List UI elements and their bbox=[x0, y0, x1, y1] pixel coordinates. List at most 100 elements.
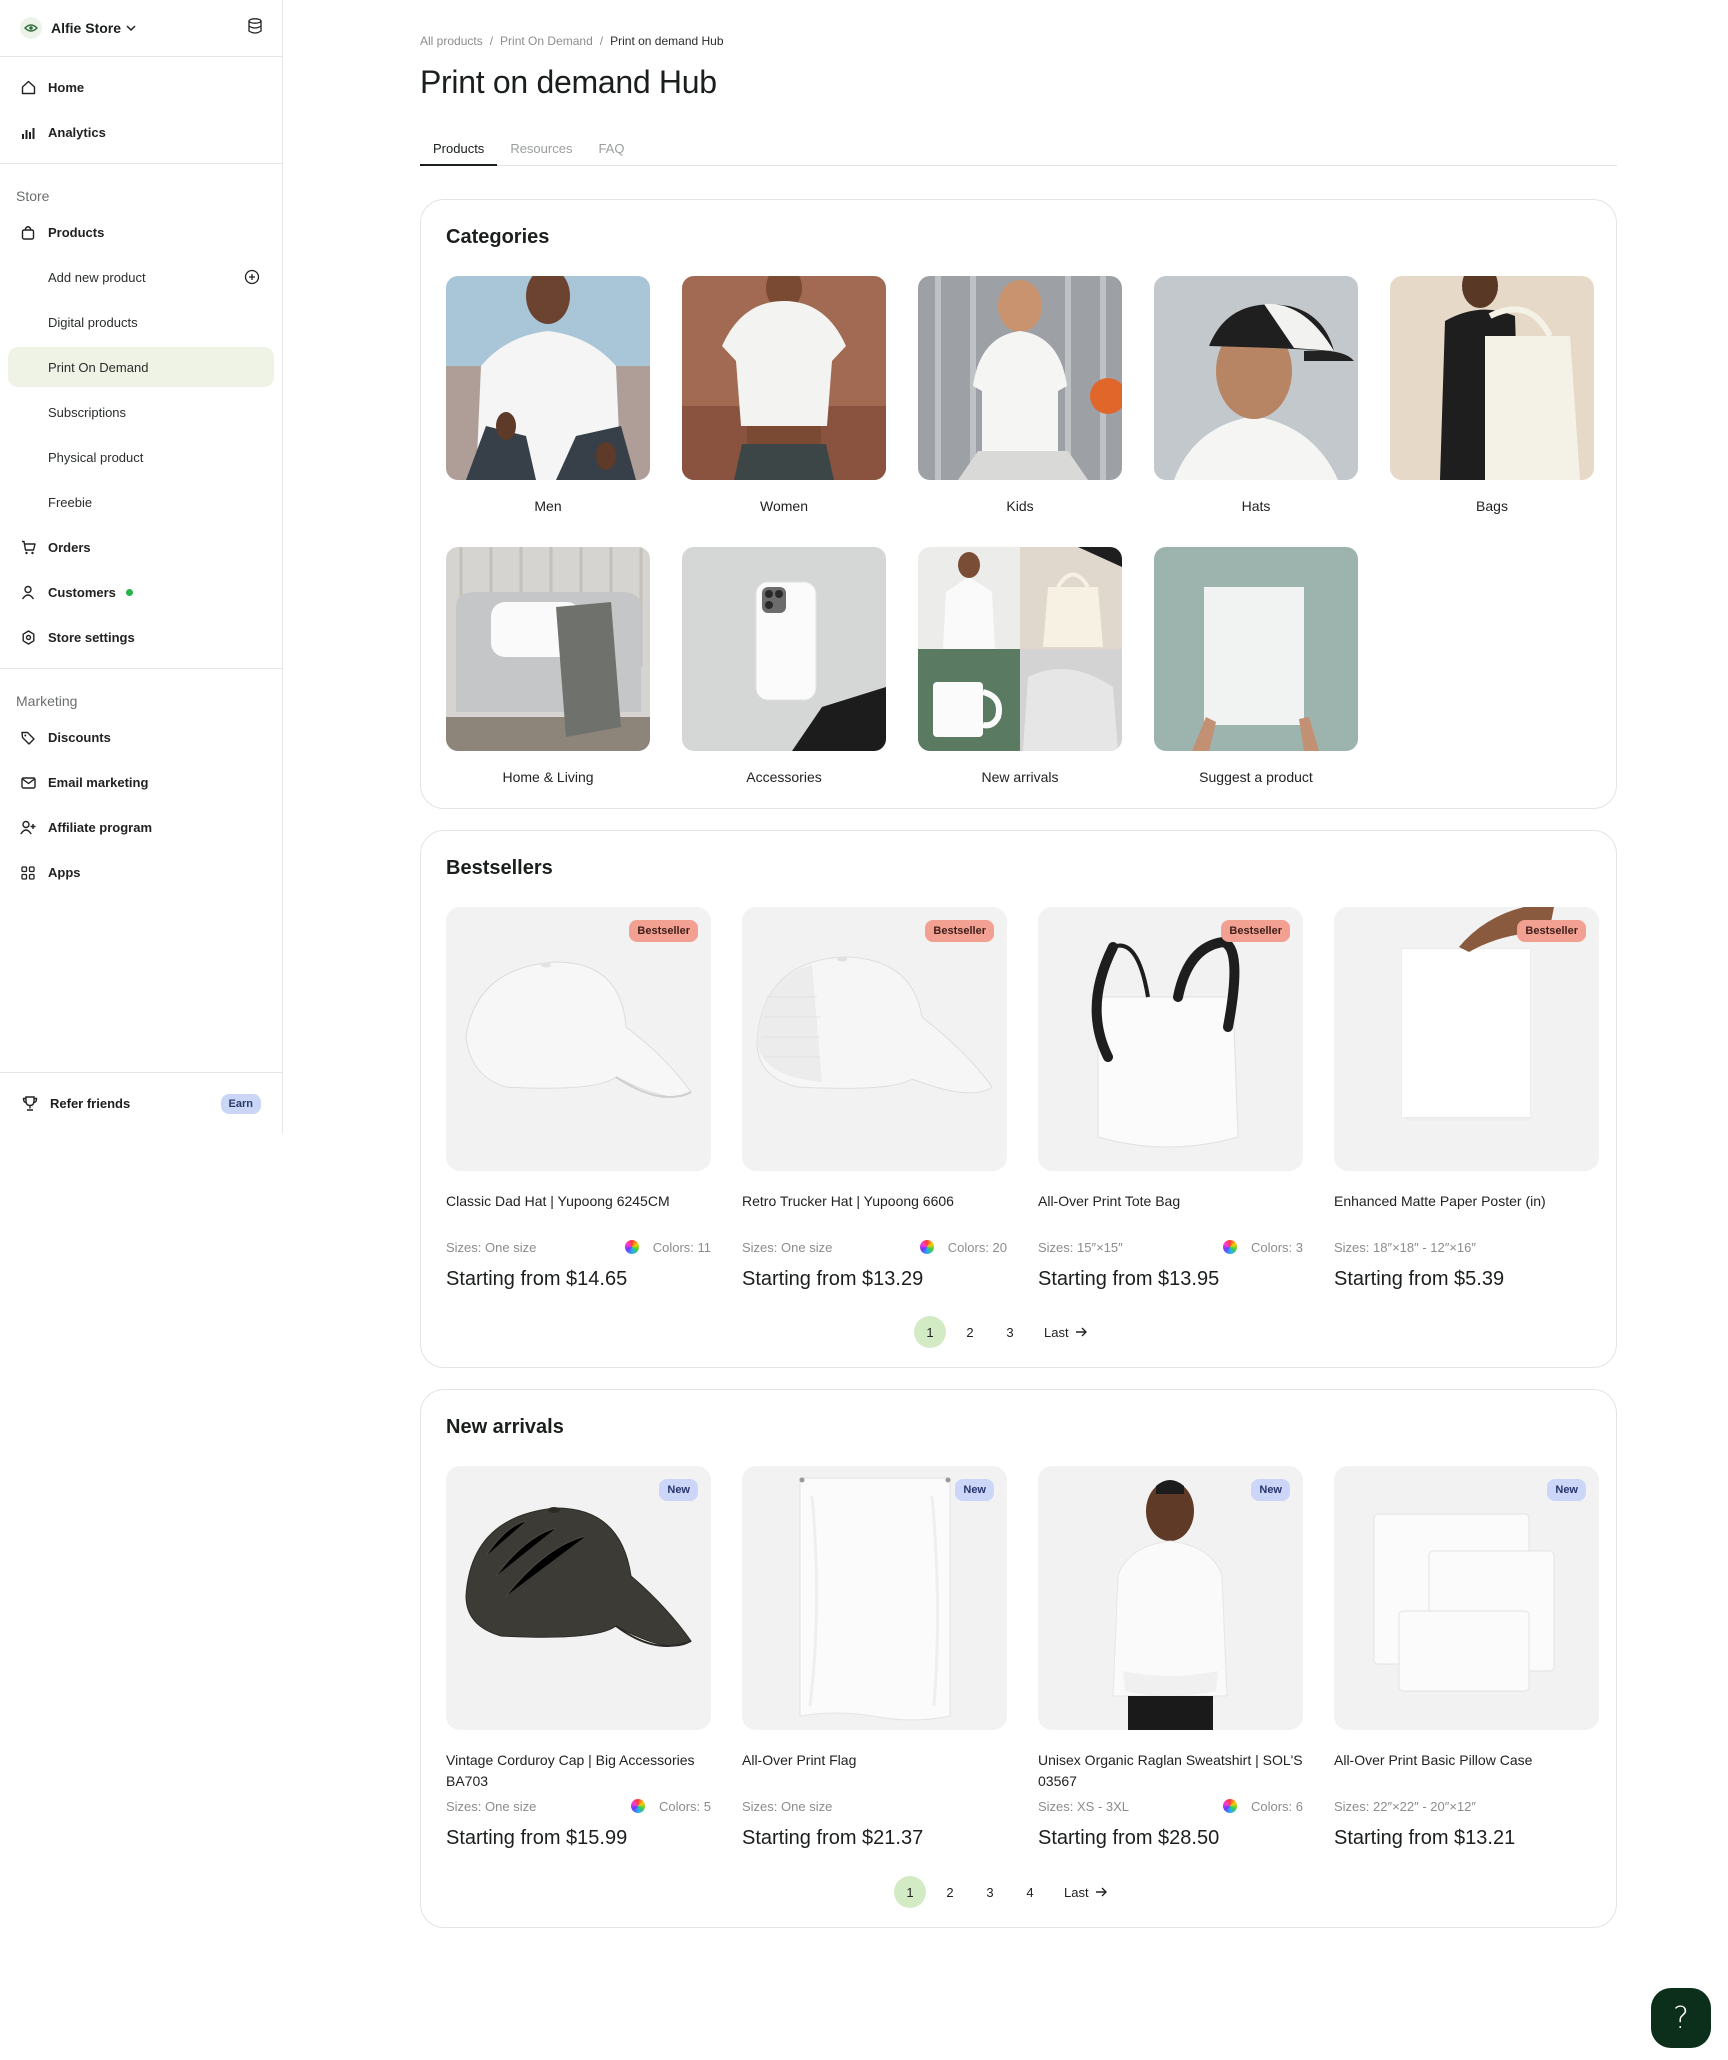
category-label: Kids bbox=[1006, 498, 1034, 514]
product-meta: Sizes: One size Colors: 20 bbox=[742, 1238, 1007, 1256]
product-card[interactable]: Bestseller All-Over Print Tote Bag Sizes… bbox=[1038, 907, 1303, 1291]
sidebar-item-home[interactable]: Home bbox=[0, 65, 282, 110]
product-sizes: Sizes: One size bbox=[446, 1798, 537, 1814]
product-card[interactable]: Bestseller Enhanced Matte Paper Poster (… bbox=[1334, 907, 1599, 1291]
plus-circle-icon[interactable] bbox=[244, 269, 260, 288]
tab-faq[interactable]: FAQ bbox=[585, 136, 637, 166]
page-button[interactable]: 2 bbox=[934, 1876, 966, 1908]
sidebar-item-label: Home bbox=[48, 80, 85, 95]
sidebar-item-store-settings[interactable]: Store settings bbox=[0, 615, 282, 660]
store-switcher[interactable]: Alfie Store bbox=[0, 0, 282, 57]
category-bags[interactable]: Bags bbox=[1390, 276, 1594, 514]
apps-grid-icon bbox=[20, 865, 36, 881]
product-meta: Sizes: One size Colors: 11 bbox=[446, 1238, 711, 1256]
sidebar-item-label: Affiliate program bbox=[48, 820, 153, 835]
page-button[interactable]: 3 bbox=[974, 1876, 1006, 1908]
page-button[interactable]: 1 bbox=[914, 1316, 946, 1348]
sidebar-item-orders[interactable]: Orders bbox=[0, 525, 282, 570]
page-button[interactable]: 4 bbox=[1014, 1876, 1046, 1908]
database-icon[interactable] bbox=[248, 18, 262, 34]
chevron-down-icon bbox=[126, 25, 136, 31]
bestsellers-title: Bestsellers bbox=[446, 857, 553, 879]
product-price: Starting from $28.50 bbox=[1038, 1827, 1220, 1849]
product-card[interactable]: Bestseller Classic Dad Hat | Yupoong 624… bbox=[446, 907, 711, 1291]
mail-icon bbox=[20, 775, 36, 791]
sidebar-item-discounts[interactable]: Discounts bbox=[0, 715, 282, 760]
product-card[interactable]: New All-Over Print Flag Sizes: One size … bbox=[742, 1466, 1007, 1850]
refer-friends[interactable]: Refer friends Earn bbox=[0, 1072, 283, 1134]
sidebar-item-email-marketing[interactable]: Email marketing bbox=[0, 760, 282, 805]
tab-resources[interactable]: Resources bbox=[497, 136, 585, 166]
category-image bbox=[682, 547, 886, 751]
new-arrivals-card: New arrivals New Vintage Corduroy Cap | … bbox=[420, 1389, 1617, 1928]
category-men[interactable]: Men bbox=[446, 276, 650, 514]
product-name: All-Over Print Tote Bag bbox=[1038, 1193, 1181, 1209]
breadcrumb-separator: / bbox=[489, 34, 494, 48]
category-kids[interactable]: Kids bbox=[918, 276, 1122, 514]
sidebar-item-analytics[interactable]: Analytics bbox=[0, 110, 282, 155]
product-colors: Colors: 6 bbox=[1222, 1799, 1303, 1814]
product-image: New bbox=[1038, 1466, 1303, 1730]
product-card[interactable]: New Vintage Corduroy Cap | Big Accessori… bbox=[446, 1466, 711, 1850]
sidebar-item-digital-products[interactable]: Digital products bbox=[0, 300, 282, 345]
category-image bbox=[1390, 276, 1594, 480]
category-new-arrivals[interactable]: New arrivals bbox=[918, 547, 1122, 785]
breadcrumb-separator: / bbox=[599, 34, 604, 48]
home-icon bbox=[20, 80, 36, 96]
product-image: Bestseller bbox=[446, 907, 711, 1171]
new-badge: New bbox=[955, 1479, 994, 1501]
last-page-label: Last bbox=[1044, 1324, 1069, 1340]
tab-products[interactable]: Products bbox=[420, 136, 498, 166]
product-card[interactable]: New All-Over Print Basic Pillow Case Siz… bbox=[1334, 1466, 1599, 1850]
product-meta: Sizes: XS - 3XL Colors: 6 bbox=[1038, 1797, 1303, 1815]
sidebar-item-physical-product[interactable]: Physical product bbox=[0, 435, 282, 480]
last-page-button[interactable]: Last bbox=[1064, 1885, 1108, 1900]
category-accessories[interactable]: Accessories bbox=[682, 547, 886, 785]
sidebar-item-label: Subscriptions bbox=[48, 405, 127, 420]
sidebar-item-subscriptions[interactable]: Subscriptions bbox=[0, 390, 282, 435]
product-colors-label: Colors: 20 bbox=[947, 1239, 1007, 1255]
sidebar: Alfie Store Home Analytics Store Product… bbox=[0, 0, 283, 1133]
product-image: New bbox=[742, 1466, 1007, 1730]
category-label: Bags bbox=[1476, 498, 1508, 514]
category-image bbox=[446, 547, 650, 751]
product-card[interactable]: Bestseller Retro Trucker Hat | Yupoong 6… bbox=[742, 907, 1007, 1291]
product-name: Retro Trucker Hat | Yupoong 6606 bbox=[742, 1193, 954, 1209]
bestseller-badge: Bestseller bbox=[1221, 920, 1290, 942]
product-price: Starting from $13.29 bbox=[742, 1268, 924, 1290]
sidebar-item-label: Analytics bbox=[48, 125, 106, 140]
category-home-living[interactable]: Home & Living bbox=[446, 547, 650, 785]
last-page-button[interactable]: Last bbox=[1044, 1325, 1088, 1340]
new-badge: New bbox=[1251, 1479, 1290, 1501]
help-button[interactable]: ? bbox=[1651, 1988, 1711, 2048]
category-image bbox=[1154, 547, 1358, 751]
tag-icon bbox=[20, 730, 36, 746]
breadcrumb-all-products[interactable]: All products bbox=[420, 34, 483, 48]
product-sizes: Sizes: One size bbox=[742, 1798, 833, 1814]
product-colors: Colors: 20 bbox=[919, 1239, 1007, 1255]
sidebar-item-add-new-product[interactable]: Add new product bbox=[0, 255, 282, 300]
sidebar-item-products[interactable]: Products bbox=[0, 210, 282, 255]
question-mark-icon: ? bbox=[1673, 2000, 1689, 2036]
product-image: Bestseller bbox=[1038, 907, 1303, 1171]
product-name: All-Over Print Basic Pillow Case bbox=[1334, 1752, 1533, 1768]
sidebar-item-freebie[interactable]: Freebie bbox=[0, 480, 282, 525]
category-hats[interactable]: Hats bbox=[1154, 276, 1358, 514]
breadcrumb-print-on-demand[interactable]: Print On Demand bbox=[500, 34, 593, 48]
sidebar-item-affiliate-program[interactable]: Affiliate program bbox=[0, 805, 282, 850]
shopping-bag-icon bbox=[20, 225, 36, 241]
bar-chart-icon bbox=[20, 125, 36, 141]
sidebar-item-apps[interactable]: Apps bbox=[0, 850, 282, 895]
product-card[interactable]: New Unisex Organic Raglan Sweatshirt | S… bbox=[1038, 1466, 1303, 1850]
page-button[interactable]: 3 bbox=[994, 1316, 1026, 1348]
store-name: Alfie Store bbox=[51, 20, 122, 36]
sidebar-item-customers[interactable]: Customers bbox=[0, 570, 282, 615]
sidebar-item-label: Physical product bbox=[48, 450, 144, 465]
sidebar-item-print-on-demand[interactable]: Print On Demand bbox=[8, 347, 274, 387]
product-image: Bestseller bbox=[742, 907, 1007, 1171]
page-button[interactable]: 1 bbox=[894, 1876, 926, 1908]
category-suggest-product[interactable]: Suggest a product bbox=[1154, 547, 1358, 785]
sidebar-item-label: Add new product bbox=[48, 270, 146, 285]
page-button[interactable]: 2 bbox=[954, 1316, 986, 1348]
category-women[interactable]: Women bbox=[682, 276, 886, 514]
